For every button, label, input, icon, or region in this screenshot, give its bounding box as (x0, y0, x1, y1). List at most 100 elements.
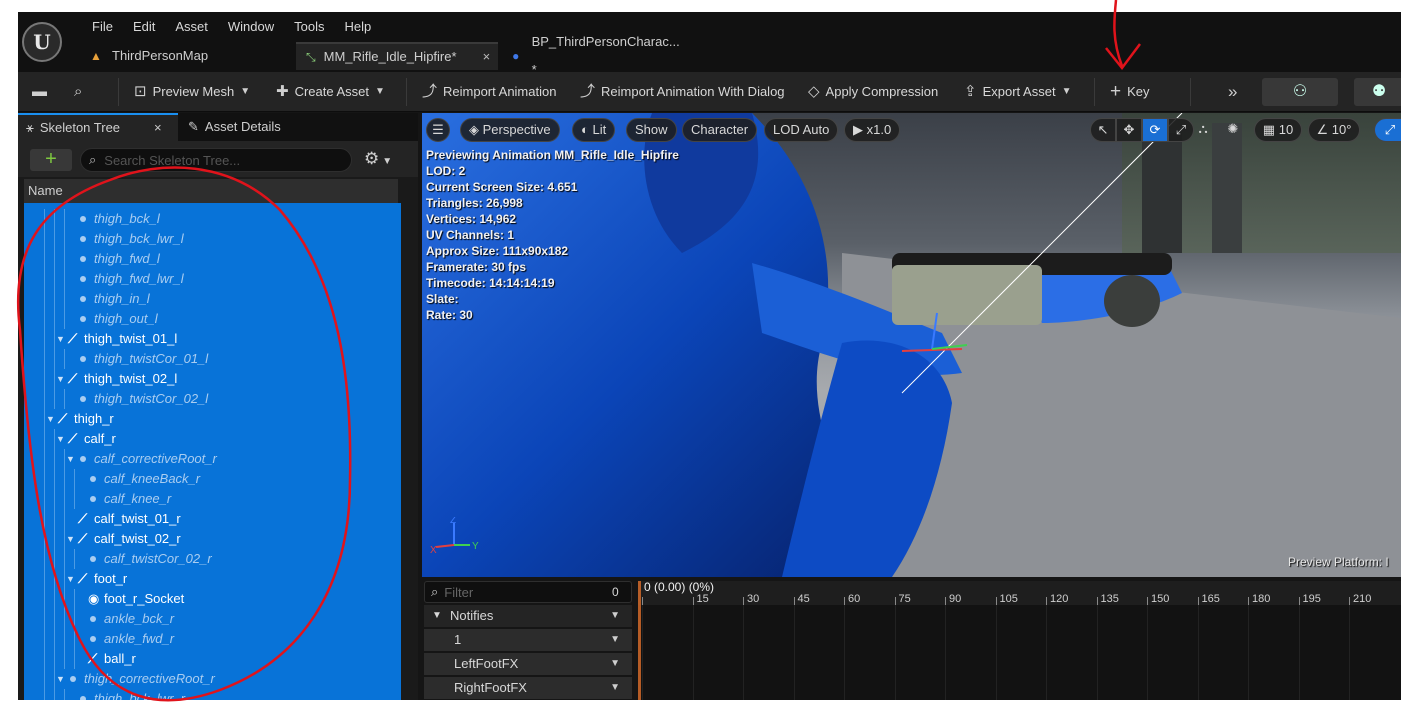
menu-tools[interactable]: Tools (284, 18, 334, 38)
gear-icon[interactable]: ⚙ ▼ (364, 147, 400, 171)
tree-row[interactable]: ▼ ⟋ calf_r (24, 429, 401, 449)
playhead[interactable] (638, 581, 641, 700)
tab-skeleton-tree[interactable]: ⚹ Skeleton Tree × (18, 113, 178, 141)
lit-button[interactable]: ◐ Lit (572, 118, 616, 142)
tab-thirdpersonmap[interactable]: ▲ ThirdPersonMap (78, 42, 296, 70)
tree-row[interactable]: ankle_fwd_r (24, 629, 401, 649)
expand-arrow-icon[interactable]: ▼ (46, 409, 55, 429)
hamburger-menu-icon[interactable]: ☰ (426, 118, 450, 142)
menu-file[interactable]: File (82, 18, 123, 38)
tree-row[interactable]: thigh_fwd_lwr_l (24, 269, 401, 289)
apply-compression-button[interactable]: ◇ Apply Compression (808, 72, 938, 112)
tree-row[interactable]: thigh_twistCor_01_l (24, 349, 401, 369)
tab-mm-rifle-idle-hipfire[interactable]: ⤡ MM_Rifle_Idle_Hipfire* × (296, 42, 498, 70)
dropdown-arrow-icon[interactable]: ▼ (610, 605, 620, 627)
track-notifies[interactable]: ▼ Notifies ▼ (424, 605, 632, 627)
tree-row[interactable]: ◉ foot_r_Socket (24, 589, 401, 609)
angle-snap-button[interactable]: ∠ 10° (1308, 118, 1360, 142)
tree-row[interactable]: ⟋ ball_r (24, 649, 401, 669)
dropdown-arrow-icon[interactable]: ▼ (610, 677, 620, 699)
tree-row[interactable]: thigh_bck_l (24, 209, 401, 229)
filter-input[interactable] (444, 584, 595, 600)
tree-scrollbar[interactable] (402, 203, 412, 700)
ruler-tick (642, 597, 643, 605)
menu-asset[interactable]: Asset (165, 18, 218, 38)
expand-arrow-icon[interactable]: ▼ (56, 329, 65, 349)
tree-guide-line (44, 649, 45, 669)
surface-snap-icon[interactable]: ✺ (1220, 118, 1246, 142)
tree-row[interactable]: ▼ ⟋ calf_twist_02_r (24, 529, 401, 549)
tree-guide-line (74, 589, 75, 609)
tree-row[interactable]: thigh_in_l (24, 289, 401, 309)
scale-snap-icon[interactable]: ⤢ (1374, 118, 1401, 142)
browse-asset-icon[interactable]: ⌕ (74, 72, 82, 112)
tree-row[interactable]: calf_knee_r (24, 489, 401, 509)
world-local-icon[interactable]: ⛬ (1190, 118, 1216, 142)
dropdown-arrow-icon[interactable]: ▼ (610, 653, 620, 675)
skeleton-mode-icon[interactable]: ⚇ (1262, 78, 1338, 106)
select-mode-icon[interactable]: ↖ (1090, 118, 1116, 142)
preview-viewport[interactable]: ☰ ◈ Perspective ◐ Lit Show Character LOD… (422, 113, 1401, 577)
preview-mesh-button[interactable]: ⊡ Preview Mesh ▼ (134, 72, 250, 112)
lod-button[interactable]: LOD Auto (764, 118, 839, 142)
name-column-header[interactable]: Name (24, 179, 398, 203)
track-rightfootfx[interactable]: RightFootFX ▼ (424, 677, 632, 699)
close-icon[interactable]: × (154, 114, 162, 142)
rotate-mode-icon[interactable]: ⟳ (1142, 118, 1168, 142)
timeline-grid[interactable] (638, 605, 1401, 700)
tree-row[interactable]: ▼ calf_correctiveRoot_r (24, 449, 401, 469)
menu-window[interactable]: Window (218, 18, 284, 38)
expand-arrow-icon[interactable]: ▼ (56, 429, 65, 449)
tree-row[interactable]: thigh_bck_lwr_l (24, 229, 401, 249)
tree-row[interactable]: ▼ ⟋ foot_r (24, 569, 401, 589)
expand-arrow-icon[interactable]: ▼ (66, 569, 75, 589)
tree-row[interactable]: ▼ ⟋ thigh_r (24, 409, 401, 429)
virtual-bone-dot-icon (90, 496, 96, 502)
grid-snap-button[interactable]: ▦ 10 (1254, 118, 1302, 142)
tree-row[interactable]: ▼ ⟋ thigh_twist_01_l (24, 329, 401, 349)
show-button[interactable]: Show (626, 118, 677, 142)
tree-row[interactable]: thigh_twistCor_02_l (24, 389, 401, 409)
translate-mode-icon[interactable]: ✥ (1116, 118, 1142, 142)
unreal-logo-icon[interactable]: U (22, 22, 62, 62)
close-icon[interactable]: × (483, 43, 491, 71)
tab-bp-thirdpersoncharacter[interactable]: ● BP_ThirdPersonCharac... * (498, 34, 698, 77)
tab-asset-details[interactable]: ✎ Asset Details (180, 113, 320, 141)
create-asset-button[interactable]: ✚ Create Asset ▼ (276, 72, 385, 112)
playback-speed-button[interactable]: ▶ x1.0 (844, 118, 901, 142)
tree-row[interactable]: ⟋ calf_twist_01_r (24, 509, 401, 529)
key-button[interactable]: + Key (1110, 72, 1150, 112)
mesh-mode-icon[interactable]: ⚉ (1354, 78, 1401, 106)
tree-row[interactable]: calf_kneeBack_r (24, 469, 401, 489)
save-icon[interactable]: ▬ (32, 72, 47, 112)
reimport-animation-button[interactable]: ⤴ Reimport Animation (422, 72, 556, 112)
tree-row[interactable]: calf_twistCor_02_r (24, 549, 401, 569)
tree-row[interactable]: ▼ ⟋ thigh_twist_02_l (24, 369, 401, 389)
menu-edit[interactable]: Edit (123, 18, 165, 38)
menu-help[interactable]: Help (334, 18, 381, 38)
track-1[interactable]: 1 ▼ (424, 629, 632, 651)
tree-item-label: thigh_bck_lwr_r (94, 691, 186, 700)
expand-arrow-icon[interactable]: ▼ (66, 529, 75, 549)
tree-row[interactable]: ▼ thigh_correctiveRoot_r (24, 669, 401, 689)
add-socket-button[interactable]: + (30, 149, 72, 171)
tree-row[interactable]: ankle_bck_r (24, 609, 401, 629)
expand-arrow-icon[interactable]: ▼ (56, 369, 65, 389)
tree-row[interactable]: thigh_out_l (24, 309, 401, 329)
reimport-with-dialog-button[interactable]: ⤴ Reimport Animation With Dialog (580, 72, 785, 112)
virtual-bone-dot-icon (80, 276, 86, 282)
export-asset-button[interactable]: ⇪ Export Asset ▼ (964, 72, 1071, 112)
play-icon: ▶ (853, 122, 863, 137)
search-skeleton-input[interactable] (104, 152, 335, 168)
more-options-icon[interactable]: » (1228, 72, 1237, 112)
expand-arrow-icon[interactable]: ▼ (56, 669, 65, 689)
time-ruler[interactable]: 0 (0.00) (0%) 15 30 45 60 75 90 105 120 135 150 16… (638, 580, 1401, 605)
tree-row[interactable]: thigh_bck_lwr_r (24, 689, 401, 700)
tree-row[interactable]: thigh_fwd_l (24, 249, 401, 269)
dropdown-arrow-icon[interactable]: ▼ (610, 629, 620, 651)
perspective-button[interactable]: ◈ Perspective (460, 118, 560, 142)
track-leftfootfx[interactable]: LeftFootFX ▼ (424, 653, 632, 675)
tree-guide-line (74, 609, 75, 629)
character-button[interactable]: Character (682, 118, 758, 142)
expand-arrow-icon[interactable]: ▼ (66, 449, 75, 469)
